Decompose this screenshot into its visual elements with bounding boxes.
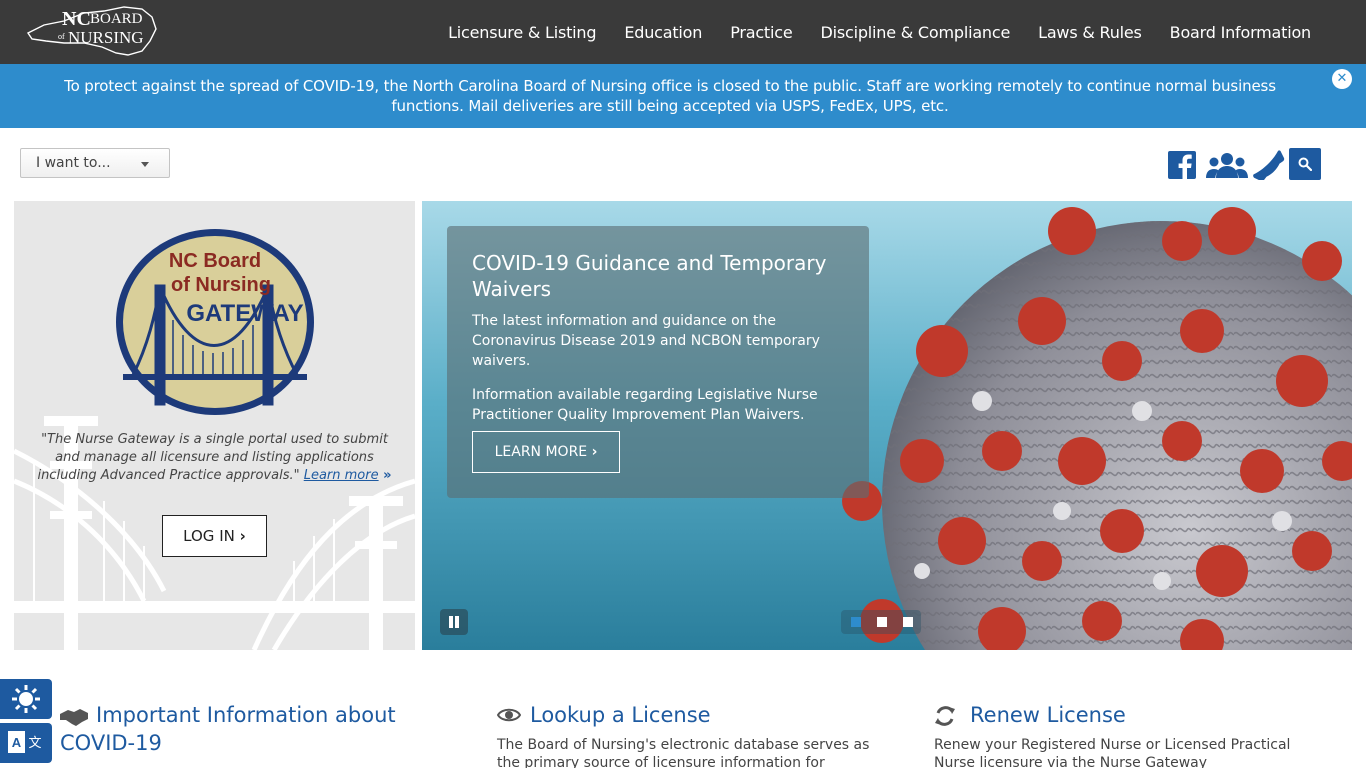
hero-slide-card: COVID-19 Guidance and Temporary Waivers …	[447, 226, 869, 498]
pause-icon-bar-left	[449, 616, 453, 628]
pause-button[interactable]	[440, 609, 468, 635]
phone-icon[interactable]	[1251, 148, 1285, 180]
carousel-dot-3[interactable]	[903, 617, 913, 627]
chevron-right-icon: ›	[591, 444, 598, 460]
login-button-label: LOG IN	[183, 527, 235, 545]
handshake-icon	[60, 709, 88, 726]
svg-text:BOARD: BOARD	[90, 11, 143, 27]
refresh-icon	[935, 706, 955, 726]
eye-icon	[497, 708, 521, 722]
site-logo[interactable]: NC BOARD of NURSING	[24, 3, 159, 59]
svg-text:NURSING: NURSING	[68, 28, 144, 47]
carousel-indicators	[841, 610, 921, 634]
site-header: NC BOARD of NURSING Licensure & Listing …	[0, 0, 1366, 64]
hero-paragraph-2: Information available regarding Legislat…	[472, 387, 818, 423]
renew-license-text-line1: Renew your Registered Nurse or Licensed …	[934, 737, 1291, 753]
users-icon[interactable]	[1205, 148, 1249, 180]
nav-licensure-listing[interactable]: Licensure & Listing	[448, 23, 596, 42]
dropdown-label: I want to...	[36, 155, 111, 171]
carousel-dot-2[interactable]	[877, 617, 887, 627]
covid-info-title-line1[interactable]: Important Information about	[96, 701, 396, 729]
nav-laws-rules[interactable]: Laws & Rules	[1038, 23, 1142, 42]
translate-button[interactable]: A 文	[0, 723, 52, 763]
hero-paragraph-1: The latest information and guidance on t…	[472, 313, 820, 369]
gateway-seal-logo: NC Board of Nursing GATEWAY	[116, 229, 314, 415]
nav-board-information[interactable]: Board Information	[1170, 23, 1312, 42]
seal-text-line1: NC Board	[169, 250, 261, 272]
alert-text: To protect against the spread of COVID-1…	[64, 77, 1276, 115]
facebook-icon[interactable]	[1167, 148, 1197, 180]
learn-more-label: LEARN MORE	[494, 444, 588, 460]
translate-icon: A 文	[8, 731, 42, 753]
renew-license-title[interactable]: Renew License	[970, 701, 1126, 729]
gateway-description: "The Nurse Gateway is a single portal us…	[36, 431, 393, 485]
chevron-right-icon: ›	[239, 527, 246, 545]
sun-icon	[12, 685, 40, 713]
covid-alert-banner: To protect against the spread of COVID-1…	[0, 64, 1366, 128]
hero-title: COVID-19 Guidance and Temporary Waivers	[472, 251, 827, 301]
renew-license-text-line2: Nurse licensure via the Nurse Gateway	[934, 755, 1208, 768]
accessibility-button[interactable]	[0, 679, 52, 719]
main-nav: Licensure & Listing Education Practice D…	[448, 0, 1311, 64]
double-chevron-right-icon: »	[378, 468, 392, 483]
nurse-gateway-panel: NC Board of Nursing GATEWAY "The Nurse G…	[14, 201, 415, 650]
chevron-down-icon	[141, 162, 149, 167]
nav-education[interactable]: Education	[624, 23, 702, 42]
svg-text:文: 文	[28, 736, 41, 751]
carousel-dot-1[interactable]	[851, 617, 861, 627]
pause-icon-bar-right	[455, 616, 459, 628]
i-want-to-dropdown[interactable]: I want to...	[20, 148, 170, 178]
lookup-license-text-line2: the primary source of licensure informat…	[497, 755, 825, 768]
nav-practice[interactable]: Practice	[730, 23, 793, 42]
hero-carousel: COVID-19 Guidance and Temporary Waivers …	[422, 201, 1352, 650]
lookup-license-title[interactable]: Lookup a License	[530, 701, 711, 729]
gateway-learn-more-link[interactable]: Learn more	[304, 468, 379, 483]
search-icon	[1298, 157, 1312, 171]
learn-more-button[interactable]: LEARN MORE ›	[472, 431, 620, 473]
nav-discipline-compliance[interactable]: Discipline & Compliance	[821, 23, 1011, 42]
seal-text-line2: of Nursing	[171, 274, 271, 296]
seal-text-line3: GATEWAY	[186, 300, 303, 327]
svg-text:A: A	[12, 735, 22, 750]
svg-text:of: of	[58, 32, 65, 41]
svg-text:NC: NC	[62, 8, 91, 30]
close-icon[interactable]: ✕	[1332, 69, 1352, 89]
lookup-license-text-line1: The Board of Nursing's electronic databa…	[497, 737, 870, 753]
covid-info-title-line2[interactable]: COVID-19	[60, 729, 162, 757]
search-button[interactable]	[1289, 148, 1321, 180]
login-button[interactable]: LOG IN ›	[162, 515, 267, 557]
